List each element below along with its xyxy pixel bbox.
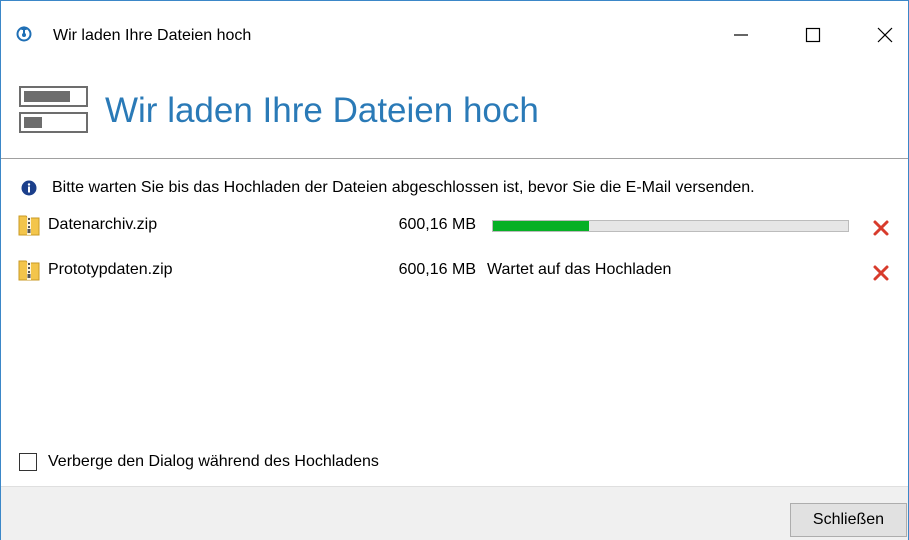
file-name: Prototypdaten.zip	[48, 261, 173, 278]
dialog-footer: Schließen	[1, 486, 908, 540]
file-size: 600,16 MB	[398, 261, 476, 278]
upload-progress-bar	[492, 220, 849, 232]
info-icon	[21, 180, 37, 196]
upload-status: Wartet auf das Hochladen	[487, 261, 672, 278]
window-title: Wir laden Ihre Dateien hoch	[53, 27, 252, 44]
zip-folder-icon	[18, 258, 40, 282]
hide-dialog-label[interactable]: Verberge den Dialog während des Hochlade…	[48, 452, 379, 472]
file-name: Datenarchiv.zip	[48, 216, 158, 233]
header-title: Wir laden Ihre Dateien hoch	[105, 91, 539, 130]
zip-folder-icon	[18, 213, 40, 237]
upload-app-icon	[15, 24, 33, 42]
minimize-icon	[734, 34, 748, 36]
file-row: Prototypdaten.zip 600,16 MB Wartet auf d…	[1, 254, 908, 286]
remove-x-icon	[873, 265, 889, 281]
maximize-button[interactable]	[790, 19, 836, 51]
title-bar: Wir laden Ihre Dateien hoch	[1, 1, 908, 44]
remove-x-icon	[873, 220, 889, 236]
close-icon	[877, 27, 893, 43]
remove-file-button[interactable]	[871, 263, 891, 283]
remove-file-button[interactable]	[871, 218, 891, 238]
upload-progress-icon	[19, 85, 89, 135]
upload-progress-fill	[493, 221, 589, 231]
file-size: 600,16 MB	[398, 216, 476, 233]
close-window-button[interactable]	[862, 19, 908, 51]
maximize-icon	[805, 27, 821, 43]
close-button[interactable]: Schließen	[790, 503, 907, 537]
info-message: Bitte warten Sie bis das Hochladen der D…	[52, 179, 755, 196]
file-row: Datenarchiv.zip 600,16 MB	[1, 209, 908, 241]
minimize-button[interactable]	[718, 19, 764, 51]
hide-dialog-checkbox[interactable]	[19, 453, 37, 471]
header-divider	[1, 158, 908, 159]
upload-dialog-window: Wir laden Ihre Dateien hoch Wir laden Ih…	[0, 0, 909, 540]
